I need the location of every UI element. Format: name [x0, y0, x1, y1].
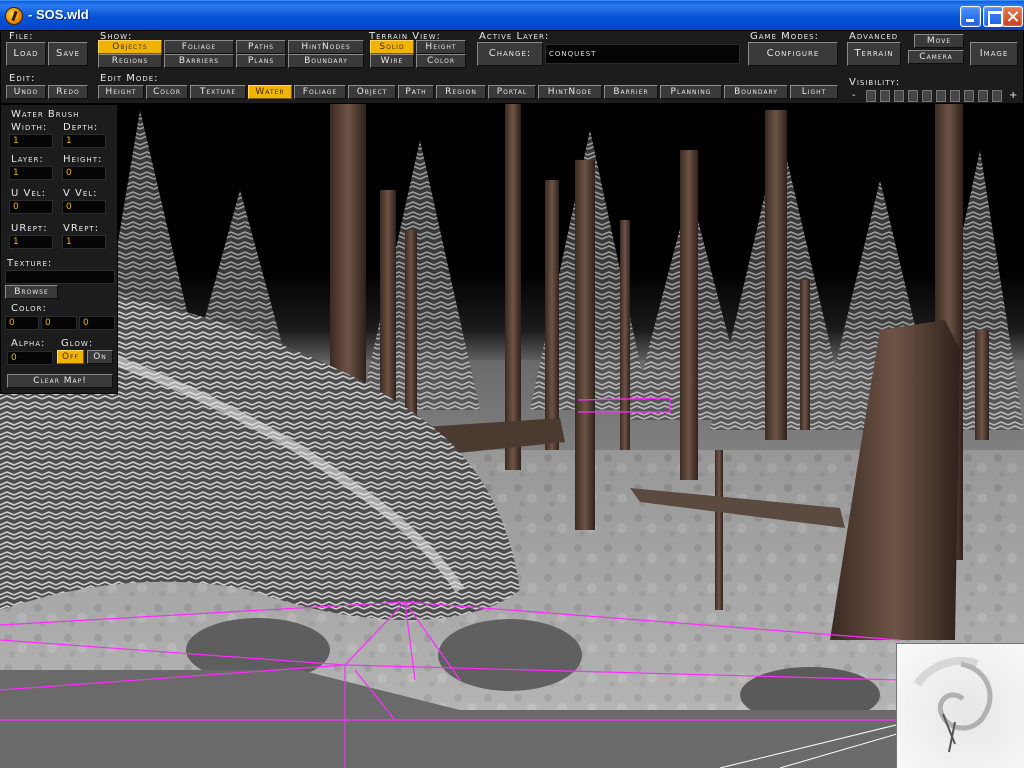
active-layer-field[interactable]: conquest — [545, 44, 740, 64]
height-field[interactable]: 0 — [62, 166, 106, 180]
visibility-minus[interactable]: - — [852, 90, 857, 102]
edit-mode-label: Edit Mode: — [100, 73, 159, 84]
show-objects-button[interactable]: Objects — [98, 40, 162, 54]
visibility-level-3[interactable] — [894, 90, 904, 102]
visibility-level-1[interactable] — [866, 90, 876, 102]
minimize-button[interactable] — [960, 6, 981, 27]
u-velocity-label: U Vel: — [11, 188, 47, 199]
visibility-level-9[interactable] — [978, 90, 988, 102]
mode-region-button[interactable]: Region — [436, 85, 486, 99]
u-repeat-label: URept: — [11, 223, 48, 234]
redo-button[interactable]: Redo — [48, 85, 88, 99]
3d-viewport[interactable] — [0, 30, 1024, 768]
glow-on-button[interactable]: On — [87, 350, 113, 364]
browse-button[interactable]: Browse — [5, 285, 58, 299]
mode-texture-button[interactable]: Texture — [190, 85, 246, 99]
glow-label: Glow: — [61, 338, 94, 349]
show-regions-button[interactable]: Regions — [98, 54, 162, 68]
mode-planning-button[interactable]: Planning — [660, 85, 722, 99]
alpha-label: Alpha: — [11, 338, 46, 349]
advanced-terrain-button[interactable]: Terrain — [847, 42, 901, 66]
window-title-bar[interactable]: - SOS.wld — [0, 0, 1024, 30]
water-brush-title: Water Brush — [11, 109, 80, 120]
depth-field[interactable]: 1 — [62, 134, 106, 148]
v-repeat-label: VRept: — [63, 223, 100, 234]
show-foliage-button[interactable]: Foliage — [164, 40, 234, 54]
width-label: Width: — [11, 122, 48, 133]
minimap-terrain-icon — [913, 656, 993, 753]
terrain-height-button[interactable]: Height — [416, 40, 466, 54]
visibility-level-7[interactable] — [950, 90, 960, 102]
change-layer-button[interactable]: Change: — [477, 42, 543, 66]
forest-scene — [0, 90, 1024, 768]
app-logo-icon — [5, 7, 23, 25]
window-title: - SOS.wld — [28, 7, 89, 22]
show-paths-button[interactable]: Paths — [236, 40, 286, 54]
v-repeat-field[interactable]: 1 — [62, 235, 106, 249]
advanced-image-button[interactable]: Image — [970, 42, 1018, 66]
layer-label: Layer: — [11, 154, 44, 165]
undo-button[interactable]: Undo — [6, 85, 46, 99]
mode-hintnode-button[interactable]: HintNode — [538, 85, 602, 99]
clear-map-button[interactable]: Clear Map! — [7, 374, 113, 388]
advanced-camera-button[interactable]: Camera — [908, 50, 964, 64]
mode-color-button[interactable]: Color — [146, 85, 188, 99]
mode-height-button[interactable]: Height — [98, 85, 144, 99]
visibility-label: Visibility: — [849, 77, 901, 88]
texture-field[interactable] — [5, 270, 115, 284]
visibility-level-10[interactable] — [992, 90, 1002, 102]
color-blue-field[interactable]: 0 — [79, 316, 115, 330]
depth-label: Depth: — [63, 122, 99, 133]
v-velocity-label: V Vel: — [63, 188, 98, 199]
u-repeat-field[interactable]: 1 — [9, 235, 53, 249]
load-button[interactable]: Load — [6, 42, 46, 66]
terrain-solid-button[interactable]: Solid — [370, 40, 414, 54]
texture-label: Texture: — [7, 258, 53, 269]
visibility-level-6[interactable] — [936, 90, 946, 102]
show-plans-button[interactable]: Plans — [236, 54, 286, 68]
close-button[interactable] — [1002, 6, 1023, 27]
mode-boundary-button[interactable]: Boundary — [724, 85, 788, 99]
mode-barrier-button[interactable]: Barrier — [604, 85, 658, 99]
show-hintnodes-button[interactable]: HintNodes — [288, 40, 364, 54]
visibility-level-5[interactable] — [922, 90, 932, 102]
configure-button[interactable]: Configure — [748, 42, 838, 66]
alpha-field[interactable]: 0 — [7, 351, 53, 365]
visibility-plus[interactable]: + — [1009, 90, 1018, 102]
visibility-level-2[interactable] — [880, 90, 890, 102]
v-velocity-field[interactable]: 0 — [62, 200, 106, 214]
mode-portal-button[interactable]: Portal — [488, 85, 536, 99]
mode-object-button[interactable]: Object — [348, 85, 396, 99]
terrain-color-button[interactable]: Color — [416, 54, 466, 68]
color-green-field[interactable]: 0 — [41, 316, 77, 330]
maximize-button[interactable] — [983, 6, 1004, 27]
color-label: Color: — [11, 303, 47, 314]
layer-field[interactable]: 1 — [9, 166, 53, 180]
height-label: Height: — [63, 154, 103, 165]
edit-label: Edit: — [9, 73, 36, 84]
save-button[interactable]: Save — [48, 42, 88, 66]
terrain-wire-button[interactable]: Wire — [370, 54, 414, 68]
mode-foliage-button[interactable]: Foliage — [294, 85, 346, 99]
minimap[interactable] — [896, 643, 1024, 768]
mode-light-button[interactable]: Light — [790, 85, 838, 99]
mode-water-button[interactable]: Water — [248, 85, 292, 99]
width-field[interactable]: 1 — [9, 134, 53, 148]
visibility-level-8[interactable] — [964, 90, 974, 102]
u-velocity-field[interactable]: 0 — [9, 200, 53, 214]
color-red-field[interactable]: 0 — [5, 316, 39, 330]
glow-off-button[interactable]: Off — [57, 350, 84, 364]
show-barriers-button[interactable]: Barriers — [164, 54, 234, 68]
visibility-level-4[interactable] — [908, 90, 918, 102]
advanced-move-button[interactable]: Move — [914, 34, 964, 48]
mode-path-button[interactable]: Path — [398, 85, 434, 99]
show-boundary-button[interactable]: Boundary — [288, 54, 364, 68]
